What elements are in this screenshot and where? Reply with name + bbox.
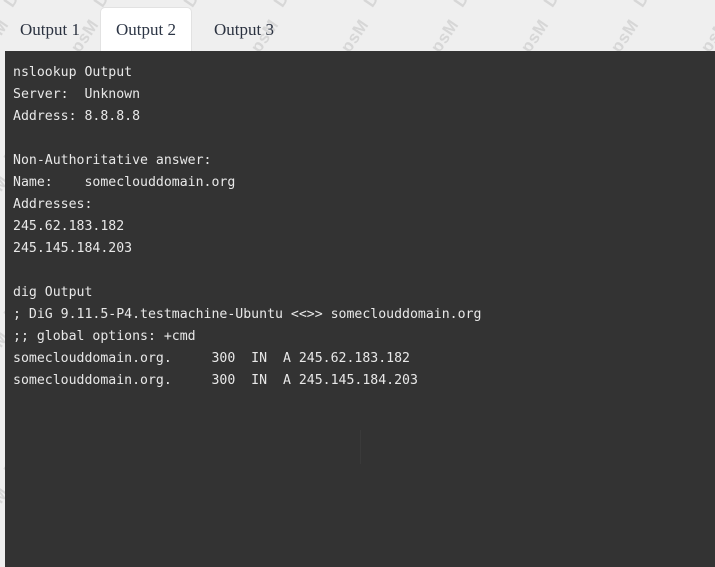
tab-output-3[interactable]: Output 3 bbox=[198, 7, 290, 51]
terminal-line: ; DiG 9.11.5-P4.testmachine-Ubuntu <<>> … bbox=[13, 304, 715, 326]
terminal-line: ;; global options: +cmd bbox=[13, 326, 715, 348]
terminal-line: Server: Unknown bbox=[13, 84, 715, 106]
terminal-line: Address: 8.8.8.8 bbox=[13, 106, 715, 128]
tab-output-1-label: Output 1 bbox=[20, 20, 80, 40]
tab-output-2[interactable]: Output 2 bbox=[100, 7, 192, 51]
tab-output-1[interactable]: Output 1 bbox=[8, 7, 92, 51]
terminal-line: someclouddomain.org. 300 IN A 245.145.18… bbox=[13, 370, 715, 392]
terminal-line: Name: someclouddomain.org bbox=[13, 172, 715, 194]
terminal-blank-line bbox=[13, 128, 715, 150]
terminal-output-panel: nslookup OutputServer: UnknownAddress: 8… bbox=[5, 51, 715, 567]
terminal-line: Addresses: bbox=[13, 194, 715, 216]
screenshot-root: Output 1 Output 2 Output 3 nslookup Outp… bbox=[0, 0, 715, 567]
terminal-blank-line bbox=[13, 260, 715, 282]
terminal-line: someclouddomain.org. 300 IN A 245.62.183… bbox=[13, 348, 715, 370]
tab-output-2-label: Output 2 bbox=[116, 20, 176, 40]
terminal-line: nslookup Output bbox=[13, 62, 715, 84]
tab-bar: Output 1 Output 2 Output 3 bbox=[0, 0, 715, 51]
terminal-line: dig Output bbox=[13, 282, 715, 304]
terminal-line: 245.145.184.203 bbox=[13, 238, 715, 260]
terminal-line: Non-Authoritative answer: bbox=[13, 150, 715, 172]
terminal-text-content: nslookup OutputServer: UnknownAddress: 8… bbox=[13, 62, 715, 567]
tab-output-3-label: Output 3 bbox=[214, 20, 274, 40]
terminal-line: 245.62.183.182 bbox=[13, 216, 715, 238]
